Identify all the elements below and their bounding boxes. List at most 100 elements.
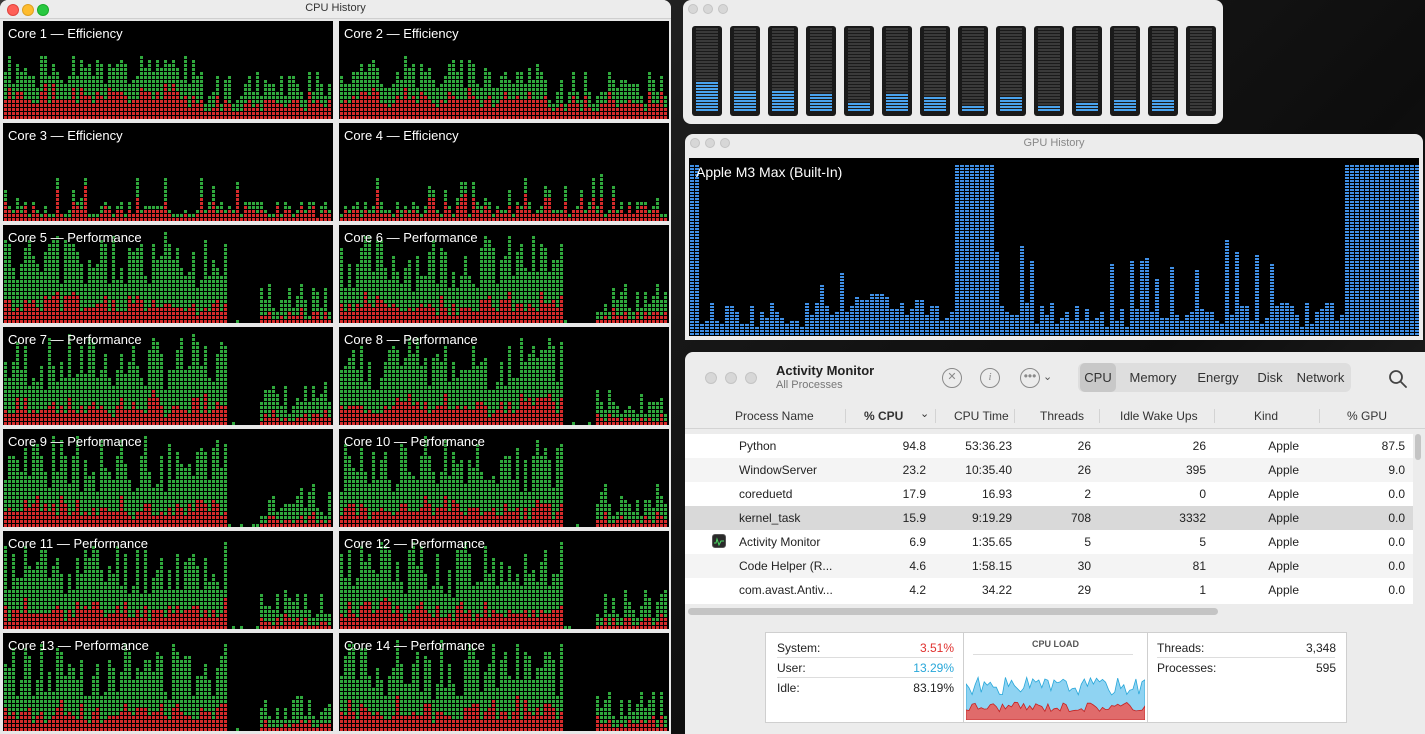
usage-cell [48, 260, 51, 263]
usage-cell [504, 92, 507, 95]
usage-cell [12, 218, 15, 221]
usage-cell [60, 312, 63, 315]
usage-cell [624, 288, 627, 291]
usage-cell [48, 350, 51, 353]
usage-cell [460, 218, 463, 221]
usage-cell [356, 206, 359, 209]
usage-cell [520, 92, 523, 95]
usage-cell [132, 308, 135, 311]
usage-cell [524, 182, 527, 185]
usage-cell [440, 256, 443, 259]
usage-cell [48, 88, 51, 91]
usage-cell [468, 218, 471, 221]
usage-cell [16, 218, 19, 221]
usage-cell [628, 316, 631, 319]
usage-cell [480, 248, 483, 251]
usage-cell [544, 88, 547, 91]
usage-cell [92, 104, 95, 107]
usage-cell [52, 320, 55, 323]
usage-cell [528, 84, 531, 87]
usage-cell [40, 382, 43, 385]
usage-cell [264, 210, 267, 213]
usage-cell [372, 308, 375, 311]
usage-cell [56, 116, 59, 119]
usage-cell [180, 308, 183, 311]
usage-cell [148, 296, 151, 299]
usage-cell [520, 300, 523, 303]
usage-cell [132, 218, 135, 221]
usage-cell [468, 214, 471, 217]
usage-cell [64, 112, 67, 115]
usage-cell [212, 108, 215, 111]
usage-cell [188, 96, 191, 99]
usage-cell [464, 104, 467, 107]
usage-cell [212, 268, 215, 271]
usage-cell [56, 206, 59, 209]
usage-cell [164, 256, 167, 259]
usage-cell [160, 116, 163, 119]
usage-cell [128, 92, 131, 95]
usage-cell [72, 248, 75, 251]
usage-cell [76, 410, 79, 413]
usage-cell [88, 84, 91, 87]
usage-cell [24, 304, 27, 307]
usage-cell [48, 370, 51, 373]
usage-cell [480, 312, 483, 315]
usage-cell [84, 378, 87, 381]
usage-cell [232, 210, 235, 213]
usage-cell [660, 116, 663, 119]
usage-cell [324, 104, 327, 107]
usage-cell [208, 312, 211, 315]
usage-cell [560, 256, 563, 259]
usage-cell [496, 218, 499, 221]
usage-cell [96, 378, 99, 381]
usage-cell [532, 264, 535, 267]
usage-cell [400, 296, 403, 299]
usage-cell [16, 374, 19, 377]
usage-cell [304, 312, 307, 315]
usage-cell [156, 260, 159, 263]
usage-cell [8, 264, 11, 267]
usage-cell [200, 300, 203, 303]
usage-cell [116, 210, 119, 213]
usage-cell [276, 202, 279, 205]
usage-cell [612, 80, 615, 83]
usage-cell [104, 308, 107, 311]
usage-cell [88, 76, 91, 79]
usage-cell [392, 260, 395, 263]
usage-cell [264, 84, 267, 87]
usage-cell [408, 288, 411, 291]
usage-cell [4, 198, 7, 201]
usage-cell [444, 296, 447, 299]
usage-cell [292, 88, 295, 91]
usage-cell [412, 202, 415, 205]
usage-cell [244, 214, 247, 217]
usage-cell [632, 116, 635, 119]
usage-cell [120, 116, 123, 119]
usage-cell [304, 320, 307, 323]
usage-cell [560, 218, 563, 221]
usage-cell [344, 300, 347, 303]
usage-cell [304, 112, 307, 115]
usage-cell [88, 374, 91, 377]
usage-cell [28, 312, 31, 315]
usage-cell [472, 104, 475, 107]
usage-cell [644, 316, 647, 319]
usage-cell [648, 320, 651, 323]
usage-cell [552, 272, 555, 275]
usage-cell [96, 320, 99, 323]
usage-cell [644, 206, 647, 209]
usage-cell [564, 104, 567, 107]
core-history-panel: Core 1 — Efficiency [3, 21, 333, 119]
usage-cell [288, 92, 291, 95]
usage-cell [84, 76, 87, 79]
usage-cell [588, 206, 591, 209]
usage-cell [456, 72, 459, 75]
usage-cell [140, 300, 143, 303]
usage-cell [72, 264, 75, 267]
usage-cell [280, 104, 283, 107]
usage-cell [620, 296, 623, 299]
usage-cell [356, 308, 359, 311]
usage-cell [524, 268, 527, 271]
usage-cell [516, 84, 519, 87]
